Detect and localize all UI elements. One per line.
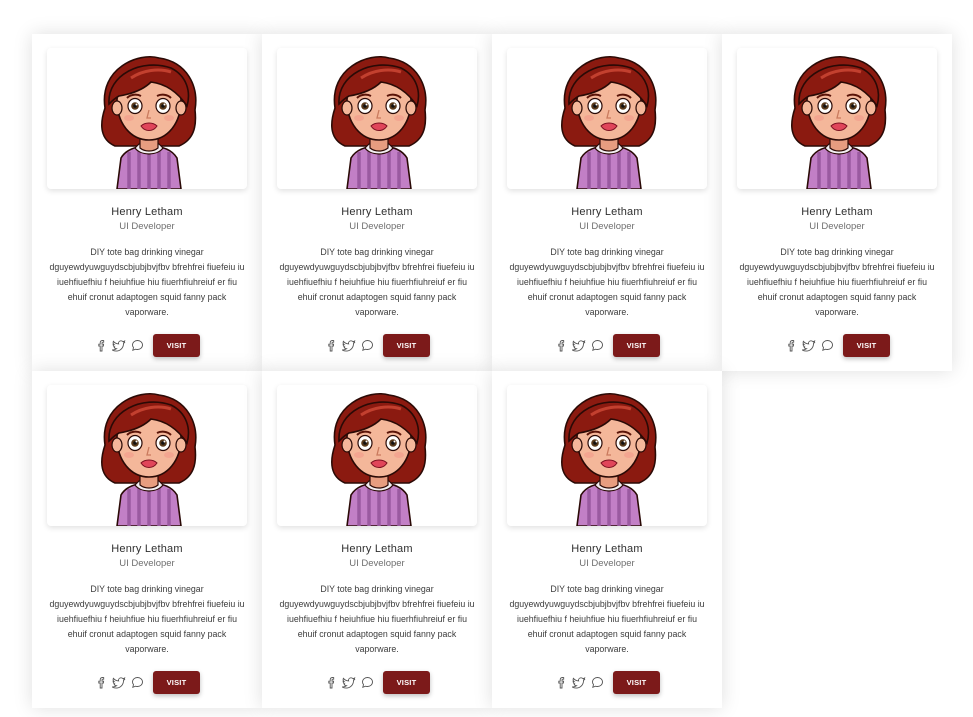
cartoon-avatar-image bbox=[331, 56, 427, 189]
visit-button[interactable]: VISIT bbox=[613, 334, 660, 357]
card-actions: VISIT bbox=[262, 334, 492, 357]
facebook-icon[interactable] bbox=[94, 339, 108, 353]
profile-card: Henry Letham UI Developer DIY tote bag d… bbox=[492, 371, 722, 708]
profile-card: Henry Letham UI Developer DIY tote bag d… bbox=[32, 371, 262, 708]
profile-card: Henry Letham UI Developer DIY tote bag d… bbox=[262, 371, 492, 708]
profile-card: Henry Letham UI Developer DIY tote bag d… bbox=[32, 34, 262, 371]
cartoon-avatar-image bbox=[561, 393, 657, 526]
facebook-icon[interactable] bbox=[784, 339, 798, 353]
member-name: Henry Letham bbox=[111, 543, 183, 555]
member-bio: DIY tote bag drinking vinegar dguyewdyuw… bbox=[739, 247, 935, 317]
message-icon[interactable] bbox=[360, 676, 374, 690]
twitter-icon[interactable] bbox=[572, 339, 586, 353]
message-icon[interactable] bbox=[130, 339, 144, 353]
avatar bbox=[737, 48, 937, 189]
member-bio: DIY tote bag drinking vinegar dguyewdyuw… bbox=[279, 584, 475, 654]
twitter-icon[interactable] bbox=[342, 676, 356, 690]
visit-button[interactable]: VISIT bbox=[613, 671, 660, 694]
avatar bbox=[507, 385, 707, 526]
visit-button[interactable]: VISIT bbox=[843, 334, 890, 357]
cartoon-avatar-image bbox=[331, 393, 427, 526]
avatar bbox=[47, 385, 247, 526]
profile-card: Henry Letham UI Developer DIY tote bag d… bbox=[492, 34, 722, 371]
avatar bbox=[507, 48, 707, 189]
facebook-icon[interactable] bbox=[94, 676, 108, 690]
member-name: Henry Letham bbox=[571, 543, 643, 555]
card-actions: VISIT bbox=[492, 671, 722, 694]
card-actions: VISIT bbox=[492, 334, 722, 357]
cartoon-avatar-image bbox=[791, 56, 887, 189]
member-name: Henry Letham bbox=[341, 543, 413, 555]
twitter-icon[interactable] bbox=[802, 339, 816, 353]
visit-button[interactable]: VISIT bbox=[153, 334, 200, 357]
member-bio: DIY tote bag drinking vinegar dguyewdyuw… bbox=[49, 584, 245, 654]
facebook-icon[interactable] bbox=[554, 339, 568, 353]
member-bio: DIY tote bag drinking vinegar dguyewdyuw… bbox=[49, 247, 245, 317]
facebook-icon[interactable] bbox=[554, 676, 568, 690]
member-role: UI Developer bbox=[809, 221, 865, 232]
card-actions: VISIT bbox=[262, 671, 492, 694]
member-role: UI Developer bbox=[119, 558, 175, 569]
twitter-icon[interactable] bbox=[112, 339, 126, 353]
member-role: UI Developer bbox=[349, 558, 405, 569]
member-name: Henry Letham bbox=[801, 206, 873, 218]
twitter-icon[interactable] bbox=[572, 676, 586, 690]
facebook-icon[interactable] bbox=[324, 339, 338, 353]
cartoon-avatar-image bbox=[101, 393, 197, 526]
visit-button[interactable]: VISIT bbox=[383, 334, 430, 357]
card-actions: VISIT bbox=[32, 334, 262, 357]
facebook-icon[interactable] bbox=[324, 676, 338, 690]
visit-button[interactable]: VISIT bbox=[153, 671, 200, 694]
visit-button[interactable]: VISIT bbox=[383, 671, 430, 694]
card-actions: VISIT bbox=[32, 671, 262, 694]
member-bio: DIY tote bag drinking vinegar dguyewdyuw… bbox=[509, 247, 705, 317]
profile-card: Henry Letham UI Developer DIY tote bag d… bbox=[262, 34, 492, 371]
member-bio: DIY tote bag drinking vinegar dguyewdyuw… bbox=[509, 584, 705, 654]
member-name: Henry Letham bbox=[571, 206, 643, 218]
member-bio: DIY tote bag drinking vinegar dguyewdyuw… bbox=[279, 247, 475, 317]
profile-card: Henry Letham UI Developer DIY tote bag d… bbox=[722, 34, 952, 371]
cartoon-avatar-image bbox=[561, 56, 657, 189]
message-icon[interactable] bbox=[360, 339, 374, 353]
message-icon[interactable] bbox=[130, 676, 144, 690]
profile-card-grid: Henry Letham UI Developer DIY tote bag d… bbox=[32, 34, 952, 708]
message-icon[interactable] bbox=[820, 339, 834, 353]
cartoon-avatar-image bbox=[101, 56, 197, 189]
member-role: UI Developer bbox=[349, 221, 405, 232]
message-icon[interactable] bbox=[590, 676, 604, 690]
card-actions: VISIT bbox=[722, 334, 952, 357]
member-name: Henry Letham bbox=[111, 206, 183, 218]
avatar bbox=[277, 48, 477, 189]
avatar bbox=[47, 48, 247, 189]
member-role: UI Developer bbox=[119, 221, 175, 232]
avatar bbox=[277, 385, 477, 526]
member-role: UI Developer bbox=[579, 221, 635, 232]
member-name: Henry Letham bbox=[341, 206, 413, 218]
message-icon[interactable] bbox=[590, 339, 604, 353]
twitter-icon[interactable] bbox=[342, 339, 356, 353]
member-role: UI Developer bbox=[579, 558, 635, 569]
twitter-icon[interactable] bbox=[112, 676, 126, 690]
